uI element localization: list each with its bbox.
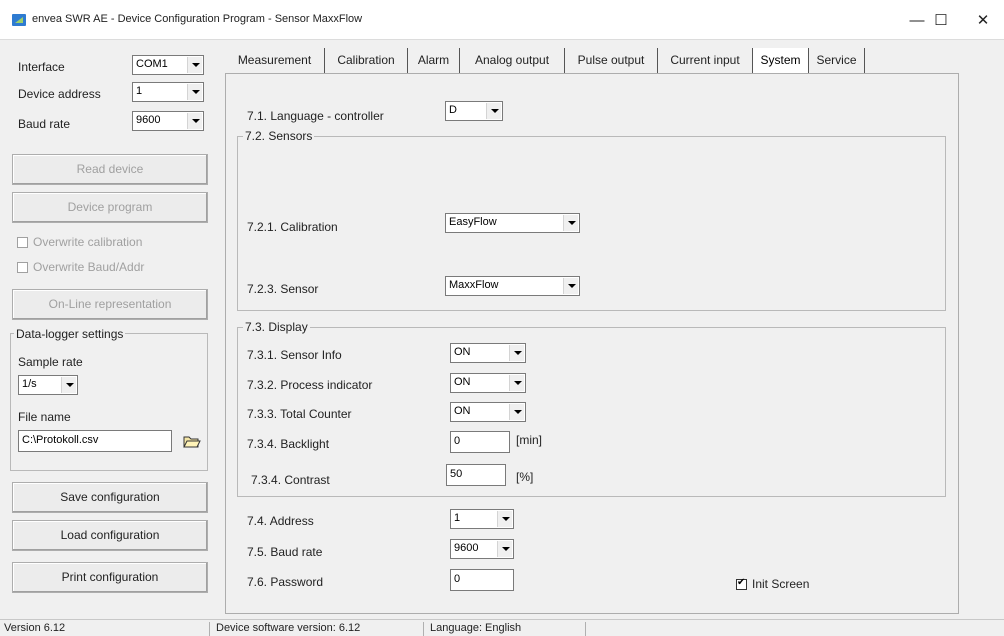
device-program-button[interactable]: Device program xyxy=(12,192,208,223)
backlight-label: 7.3.4. Backlight xyxy=(247,437,330,451)
datalogger-legend: Data-logger settings xyxy=(14,327,126,341)
process-indicator-select[interactable]: ON xyxy=(450,373,526,393)
backlight-value: 0 xyxy=(454,435,461,447)
tab-alarm[interactable]: Alarm xyxy=(408,48,460,73)
file-name-value: C:\Protokoll.csv xyxy=(22,434,99,446)
calibration-select[interactable]: EasyFlow xyxy=(445,213,580,233)
sensor-info-label: 7.3.1. Sensor Info xyxy=(247,348,342,362)
tab-service[interactable]: Service xyxy=(809,48,865,73)
tab-measurement[interactable]: Measurement xyxy=(225,48,325,73)
address-label: 7.4. Address xyxy=(247,514,314,528)
chevron-down-icon[interactable] xyxy=(497,541,512,557)
total-counter-value: ON xyxy=(454,405,471,417)
chevron-down-icon[interactable] xyxy=(509,345,524,361)
calibration-label: 7.2.1. Calibration xyxy=(247,220,338,234)
password-value: 0 xyxy=(454,573,461,585)
password-label: 7.6. Password xyxy=(247,575,324,589)
chevron-down-icon[interactable] xyxy=(486,103,501,119)
interface-value: COM1 xyxy=(136,58,168,70)
baud-rate-label: Baud rate xyxy=(18,117,71,131)
device-address-value: 1 xyxy=(136,85,143,97)
overwrite-calibration-label: Overwrite calibration xyxy=(33,235,143,249)
sensor-value: MaxxFlow xyxy=(449,279,499,291)
tab-current-input[interactable]: Current input xyxy=(658,48,753,73)
sensor-info-value: ON xyxy=(454,346,471,358)
sample-rate-label: Sample rate xyxy=(18,355,83,369)
contrast-input[interactable]: 50 xyxy=(446,464,506,486)
tab-calibration[interactable]: Calibration xyxy=(325,48,408,73)
password-input[interactable]: 0 xyxy=(450,569,514,591)
baud-rate-value: 9600 xyxy=(136,114,161,126)
chevron-down-icon[interactable] xyxy=(187,113,202,129)
sensors-group xyxy=(237,136,946,311)
file-name-input[interactable]: C:\Protokoll.csv xyxy=(18,430,172,452)
status-language: Language: English xyxy=(426,622,586,636)
status-version: Version 6.12 xyxy=(0,622,210,636)
window-title: envea SWR AE - Device Configuration Prog… xyxy=(32,13,363,25)
interface-label: Interface xyxy=(18,60,65,74)
device-address-select[interactable]: 1 xyxy=(132,82,204,102)
sensor-label: 7.2.3. Sensor xyxy=(247,282,319,296)
interface-select[interactable]: COM1 xyxy=(132,55,204,75)
calibration-value: EasyFlow xyxy=(449,216,497,228)
address-select[interactable]: 1 xyxy=(450,509,514,529)
chevron-down-icon[interactable] xyxy=(187,57,202,73)
sensors-legend: 7.2. Sensors xyxy=(243,129,315,143)
process-indicator-label: 7.3.2. Process indicator xyxy=(247,378,373,392)
display-legend: 7.3. Display xyxy=(243,320,310,334)
sensor-select[interactable]: MaxxFlow xyxy=(445,276,580,296)
file-name-label: File name xyxy=(18,410,71,424)
chevron-down-icon[interactable] xyxy=(61,377,76,393)
print-configuration-button[interactable]: Print configuration xyxy=(12,562,208,593)
chevron-down-icon[interactable] xyxy=(187,84,202,100)
tab-system[interactable]: System xyxy=(753,48,809,73)
backlight-input[interactable]: 0 xyxy=(450,431,510,453)
system-baud-label: 7.5. Baud rate xyxy=(247,545,323,559)
close-button[interactable]: ✕ xyxy=(966,8,1000,34)
title-bar: envea SWR AE - Device Configuration Prog… xyxy=(0,0,1004,40)
overwrite-baud-checkbox[interactable] xyxy=(17,262,28,273)
init-screen-label: Init Screen xyxy=(752,577,810,591)
chevron-down-icon[interactable] xyxy=(497,511,512,527)
overwrite-calibration-checkbox[interactable] xyxy=(17,237,28,248)
total-counter-label: 7.3.3. Total Counter xyxy=(247,407,352,421)
load-configuration-button[interactable]: Load configuration xyxy=(12,520,208,551)
folder-open-icon[interactable] xyxy=(180,431,202,451)
process-indicator-value: ON xyxy=(454,376,471,388)
chevron-down-icon[interactable] xyxy=(563,278,578,294)
read-device-button[interactable]: Read device xyxy=(12,154,208,185)
chevron-down-icon[interactable] xyxy=(509,404,524,420)
contrast-label: 7.3.4. Contrast xyxy=(251,473,330,487)
address-value: 1 xyxy=(454,512,461,524)
chevron-down-icon[interactable] xyxy=(563,215,578,231)
language-value: D xyxy=(449,104,457,116)
device-address-label: Device address xyxy=(18,87,101,101)
contrast-value: 50 xyxy=(450,468,463,480)
total-counter-select[interactable]: ON xyxy=(450,402,526,422)
language-label: 7.1. Language - controller xyxy=(247,109,384,123)
baud-rate-select[interactable]: 9600 xyxy=(132,111,204,131)
chevron-down-icon[interactable] xyxy=(509,375,524,391)
tab-pulse-output[interactable]: Pulse output xyxy=(565,48,658,73)
contrast-unit: [%] xyxy=(516,470,534,484)
init-screen-checkbox[interactable] xyxy=(736,577,747,590)
system-baud-select[interactable]: 9600 xyxy=(450,539,514,559)
sensor-info-select[interactable]: ON xyxy=(450,343,526,363)
tab-analog-output[interactable]: Analog output xyxy=(460,48,565,73)
system-baud-value: 9600 xyxy=(454,542,479,554)
status-bar: Version 6.12 Device software version: 6.… xyxy=(0,619,1004,636)
sample-rate-select[interactable]: 1/s xyxy=(18,375,78,395)
app-logo-icon xyxy=(12,14,26,26)
language-select[interactable]: D xyxy=(445,101,503,121)
online-representation-button[interactable]: On-Line representation xyxy=(12,289,208,320)
backlight-unit: [min] xyxy=(516,433,543,447)
maximize-button[interactable]: ☐ xyxy=(924,8,958,34)
status-device-software: Device software version: 6.12 xyxy=(212,622,424,636)
overwrite-baud-label: Overwrite Baud/Addr xyxy=(33,260,145,274)
save-configuration-button[interactable]: Save configuration xyxy=(12,482,208,513)
sample-rate-value: 1/s xyxy=(22,378,37,390)
